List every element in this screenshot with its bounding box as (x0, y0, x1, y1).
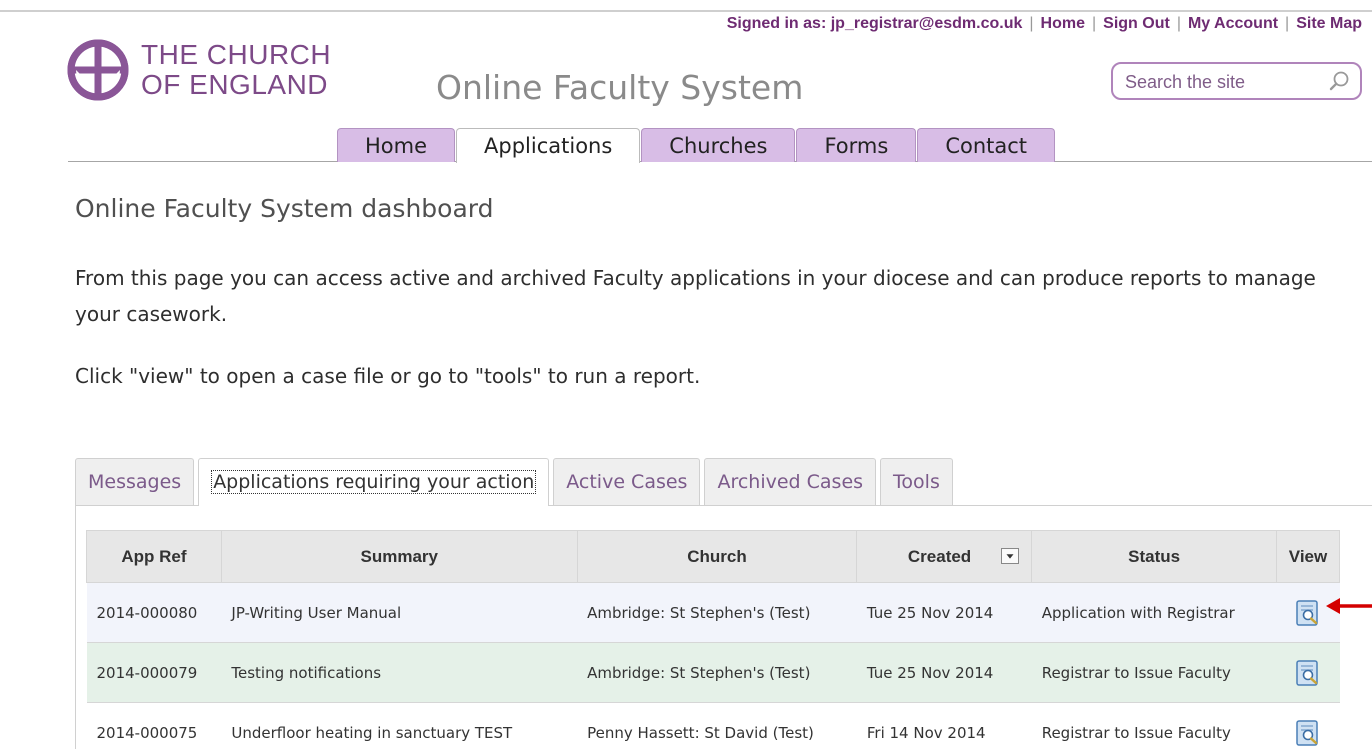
nav-tab-contact[interactable]: Contact (917, 128, 1056, 162)
cell-app-ref: 2014-000075 (86, 702, 222, 749)
cell-app-ref: 2014-000080 (86, 582, 222, 643)
column-header-summary[interactable]: Summary (220, 530, 578, 583)
table-header-row: App Ref Summary Church Created Status Vi… (86, 530, 1340, 583)
column-header-app-ref[interactable]: App Ref (86, 530, 222, 583)
cell-view (1276, 702, 1340, 749)
column-header-status[interactable]: Status (1031, 530, 1277, 583)
column-header-view: View (1276, 530, 1340, 583)
cell-app-ref: 2014-000079 (86, 642, 222, 703)
cell-view (1276, 642, 1340, 703)
cross-emblem-icon (67, 39, 129, 101)
page-title: Online Faculty System dashboard (75, 194, 494, 223)
applications-table: App Ref Summary Church Created Status Vi… (86, 530, 1340, 749)
cell-summary: Underfloor heating in sanctuary TEST (221, 702, 578, 749)
cell-summary: Testing notifications (221, 642, 578, 703)
top-border (0, 10, 1372, 12)
home-link[interactable]: Home (1041, 15, 1085, 32)
view-icon[interactable] (1296, 659, 1320, 686)
cell-summary: JP-Writing User Manual (221, 582, 578, 643)
nav-tab-applications[interactable]: Applications (456, 128, 641, 163)
tab-messages[interactable]: Messages (75, 458, 195, 505)
nav-tab-home[interactable]: Home (337, 128, 456, 162)
dashboard-tabs: Messages Applications requiring your act… (75, 458, 957, 506)
column-header-created[interactable]: Created (856, 530, 1033, 583)
logo-line-2: OF ENGLAND (141, 69, 329, 100)
main-nav: Home Applications Churches Forms Contact (337, 128, 1056, 163)
tab-tools[interactable]: Tools (880, 458, 953, 505)
search-icon[interactable] (1328, 70, 1350, 92)
cell-status: Application with Registrar (1031, 582, 1277, 643)
cell-created: Tue 25 Nov 2014 (856, 642, 1032, 703)
cell-church: Ambridge: St Stephen's (Test) (577, 582, 857, 643)
cell-status: Registrar to Issue Faculty (1031, 702, 1277, 749)
site-map-link[interactable]: Site Map (1296, 15, 1362, 32)
column-header-created-label: Created (907, 546, 972, 566)
view-icon[interactable] (1296, 719, 1320, 746)
intro-text: From this page you can access active and… (75, 266, 1316, 326)
tab-active-cases[interactable]: Active Cases (553, 458, 701, 505)
sort-dropdown-icon[interactable] (1001, 548, 1020, 564)
cell-status: Registrar to Issue Faculty (1031, 642, 1277, 703)
cell-church: Penny Hassett: St David (Test) (577, 702, 857, 749)
site-title: Online Faculty System (436, 68, 804, 107)
cell-created: Tue 25 Nov 2014 (856, 582, 1032, 643)
sign-out-link[interactable]: Sign Out (1103, 15, 1170, 32)
column-header-church[interactable]: Church (576, 530, 858, 583)
instructions-text: Click "view" to open a case file or go t… (75, 364, 701, 388)
logo-line-1: THE CHURCH (141, 39, 332, 70)
search-input[interactable] (1125, 70, 1310, 94)
nav-tab-churches[interactable]: Churches (641, 128, 796, 162)
tab-applications-requiring-action[interactable]: Applications requiring your action (198, 458, 550, 506)
search-box (1111, 62, 1362, 100)
my-account-link[interactable]: My Account (1188, 15, 1278, 32)
tab-applications-requiring-action-label: Applications requiring your action (211, 470, 537, 494)
table-row: 2014-000079 Testing notifications Ambrid… (86, 642, 1340, 703)
view-icon[interactable] (1296, 599, 1320, 626)
signin-bar: Signed in as: jp_registrar@esdm.co.uk | Ho… (726, 15, 1362, 32)
cell-church: Ambridge: St Stephen's (Test) (577, 642, 857, 703)
nav-tab-forms[interactable]: Forms (796, 128, 917, 162)
tab-archived-cases[interactable]: Archived Cases (704, 458, 877, 505)
cell-created: Fri 14 Nov 2014 (856, 702, 1032, 749)
table-row: 2014-000075 Underfloor heating in sanctu… (86, 702, 1340, 749)
table-row: 2014-000080 JP-Writing User Manual Ambri… (86, 582, 1340, 643)
signed-in-label: Signed in as: jp_registrar@esdm.co.uk (726, 15, 1023, 32)
arrow-annotation (1326, 598, 1372, 614)
church-of-england-logo[interactable]: THE CHURCH OF ENGLAND (66, 38, 366, 108)
